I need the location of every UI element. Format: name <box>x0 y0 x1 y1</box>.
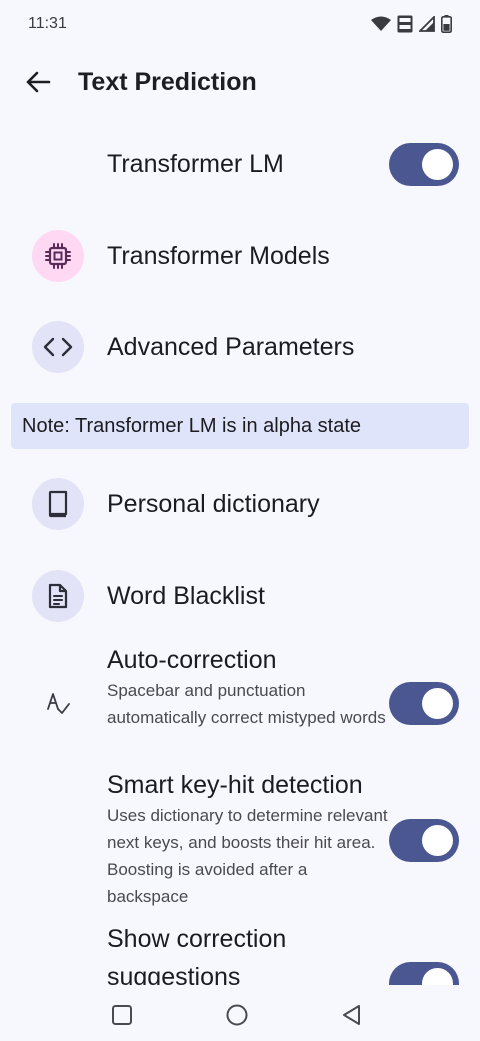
home-circle-icon <box>226 1004 248 1026</box>
battery-icon <box>441 15 452 33</box>
word-blacklist-label: Word Blacklist <box>107 581 265 610</box>
status-bar: 11:31 <box>0 0 480 48</box>
recents-button[interactable] <box>108 1001 136 1029</box>
volte-icon <box>397 15 413 33</box>
back-triangle-icon <box>343 1005 360 1025</box>
document-icon <box>48 583 68 609</box>
home-button[interactable] <box>223 1001 251 1029</box>
transformer-models-icon-circle <box>32 230 84 282</box>
auto-correction-icon-wrap <box>32 677 84 729</box>
personal-dictionary-icon-circle <box>32 478 84 530</box>
navigation-bar <box>0 985 480 1041</box>
app-bar: Text Prediction <box>0 56 480 108</box>
transformer-lm-toggle[interactable] <box>389 143 459 186</box>
nav-back-button[interactable] <box>338 1001 366 1029</box>
smart-key-hit-description: Uses dictionary to determine relevant ne… <box>107 806 388 906</box>
toggle-knob <box>422 688 453 719</box>
book-icon <box>48 490 68 518</box>
toggle-knob <box>422 149 453 180</box>
show-correction-text: Show correction suggestions <box>107 920 367 985</box>
advanced-parameters-label: Advanced Parameters <box>107 332 355 361</box>
signal-icon <box>419 16 435 32</box>
word-blacklist-row[interactable]: Word Blacklist <box>0 552 480 640</box>
show-correction-title: Show correction suggestions <box>107 925 287 985</box>
status-icons <box>371 15 452 33</box>
auto-correction-description: Spacebar and punctuation automatically c… <box>107 681 386 727</box>
auto-correction-row[interactable]: Auto-correction Spacebar and punctuation… <box>0 645 480 765</box>
personal-dictionary-row[interactable]: Personal dictionary <box>0 460 480 548</box>
auto-correction-title: Auto-correction <box>107 646 277 674</box>
word-blacklist-icon-circle <box>32 570 84 622</box>
smart-key-hit-title: Smart key-hit detection <box>107 771 363 799</box>
show-correction-row[interactable]: Show correction suggestions <box>0 920 480 985</box>
status-time: 11:31 <box>28 15 67 32</box>
back-button[interactable] <box>14 58 62 106</box>
advanced-parameters-row[interactable]: Advanced Parameters <box>0 303 480 391</box>
show-correction-toggle[interactable] <box>389 962 459 985</box>
code-icon <box>43 337 73 357</box>
auto-correction-toggle[interactable] <box>389 682 459 725</box>
advanced-parameters-icon-circle <box>32 321 84 373</box>
transformer-lm-row[interactable]: Transformer LM <box>0 120 480 208</box>
arrow-left-icon <box>26 71 51 93</box>
page-title: Text Prediction <box>78 67 257 96</box>
auto-correction-text: Auto-correction Spacebar and punctuation… <box>107 645 392 731</box>
toggle-knob <box>422 825 453 856</box>
transformer-models-row[interactable]: Transformer Models <box>0 212 480 300</box>
smart-key-hit-row[interactable]: Smart key-hit detection Uses dictionary … <box>0 770 480 920</box>
smart-key-hit-text: Smart key-hit detection Uses dictionary … <box>107 770 392 910</box>
chip-icon <box>45 243 71 269</box>
alpha-note: Note: Transformer LM is in alpha state <box>11 403 469 449</box>
wifi-icon <box>371 16 391 31</box>
transformer-models-label: Transformer Models <box>107 241 330 270</box>
spellcheck-icon <box>47 693 70 714</box>
toggle-knob <box>422 968 453 985</box>
transformer-lm-label: Transformer LM <box>107 149 284 178</box>
smart-key-hit-toggle[interactable] <box>389 819 459 862</box>
recents-square-icon <box>112 1005 132 1025</box>
personal-dictionary-label: Personal dictionary <box>107 489 320 518</box>
